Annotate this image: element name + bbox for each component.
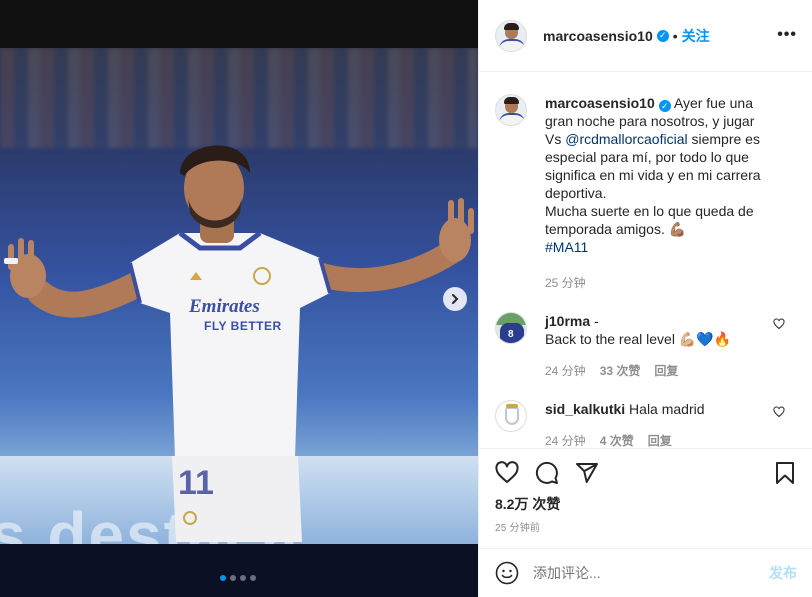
comment-item: sid_kalkutki Hala madrid 24 分钟 4 次赞 回复 (495, 400, 797, 448)
username-suffix: - (594, 313, 599, 329)
author-username[interactable]: marcoasensio10 (543, 28, 653, 44)
carousel-next-button[interactable] (443, 287, 467, 311)
commenter-username[interactable]: j10rma (545, 313, 590, 329)
caption-time: 25 分钟 (545, 276, 586, 290)
reply-button[interactable]: 回复 (654, 362, 678, 380)
caption-meta: 25 分钟 (545, 274, 773, 292)
comment-likes[interactable]: 4 次赞 (600, 432, 634, 448)
post-timestamp[interactable]: 25 分钟前 (495, 519, 797, 534)
heart-icon[interactable] (773, 406, 785, 418)
emoji-smiley-icon[interactable] (495, 561, 519, 585)
chevron-right-icon (452, 294, 459, 304)
post-header: marcoasensio10 ✓ • 关注 ••• (479, 0, 812, 72)
comments-section[interactable]: marcoasensio10 ✓ Ayer fue una gran noche … (479, 72, 812, 448)
avatar-body (499, 113, 525, 125)
comment-text-line: sid_kalkutki Hala madrid (545, 400, 773, 418)
comment-text: Back to the real level 💪🏼💙🔥 (545, 331, 732, 347)
carousel-dot (230, 575, 236, 581)
hashtag-link[interactable]: #MA11 (545, 238, 773, 256)
author-avatar[interactable] (495, 19, 527, 52)
post-comment-button[interactable]: 发布 (769, 563, 797, 583)
jersey-number: 11 (178, 464, 214, 502)
comment-bubble-icon[interactable] (535, 461, 559, 485)
post-media: s destaca Emirates FLY BETTER 11 (0, 0, 478, 597)
media-top-band (0, 0, 478, 48)
caption-text: marcoasensio10 ✓ Ayer fue una gran noche … (545, 94, 773, 202)
jersey-sponsor-line2: FLY BETTER (204, 319, 282, 333)
caption-line2: Mucha suerte en lo que queda de temporad… (545, 203, 754, 237)
comment-item: 8 j10rma - Back to the real level 💪🏼💙🔥 2… (495, 312, 797, 380)
heart-icon[interactable] (773, 318, 785, 330)
action-icons (495, 449, 797, 497)
more-options-button[interactable]: ••• (777, 26, 797, 44)
comment-meta: 24 分钟 33 次赞 回复 (545, 362, 773, 380)
share-send-icon[interactable] (575, 461, 599, 485)
comment-body: sid_kalkutki Hala madrid 24 分钟 4 次赞 回复 (545, 400, 773, 448)
comment-time: 24 分钟 (545, 434, 586, 448)
avatar-crown (506, 404, 518, 408)
mention-link[interactable]: @rcdmallorcaoficial (565, 131, 687, 147)
jersey-sponsor-line1: Emirates (189, 296, 260, 317)
avatar-crest (505, 407, 519, 425)
add-comment-bar: 发布 (479, 548, 812, 597)
reply-button[interactable]: 回复 (648, 432, 672, 448)
caption-author-avatar[interactable] (495, 94, 527, 126)
avatar-hair (504, 97, 519, 104)
verified-badge-icon: ✓ (658, 100, 671, 112)
avatar-body (499, 38, 525, 51)
comment-time: 24 分钟 (545, 364, 586, 378)
caption-body: marcoasensio10 ✓ Ayer fue una gran noche … (545, 94, 773, 292)
commenter-username[interactable]: sid_kalkutki (545, 401, 625, 417)
carousel-dot (220, 575, 226, 581)
header-separator: • (672, 27, 678, 44)
carousel-dot (240, 575, 246, 581)
like-count[interactable]: 8.2万 次赞 (495, 495, 797, 513)
comment-body: j10rma - Back to the real level 💪🏼💙🔥 24 … (545, 312, 773, 380)
follow-button[interactable]: 关注 (682, 26, 710, 46)
post-actions: 8.2万 次赞 25 分钟前 (479, 448, 812, 548)
commenter-avatar[interactable] (495, 400, 527, 432)
comment-text: Hala madrid (629, 401, 705, 417)
post-side-panel: marcoasensio10 ✓ • 关注 ••• marcoasensio10… (478, 0, 812, 597)
avatar-jersey-number: 8 (508, 329, 514, 340)
comment-likes[interactable]: 33 次赞 (600, 362, 641, 380)
caption-username[interactable]: marcoasensio10 (545, 95, 655, 111)
verified-badge-icon: ✓ (656, 29, 669, 42)
carousel-indicator (220, 575, 256, 581)
carousel-dot (250, 575, 256, 581)
add-comment-input[interactable] (533, 565, 769, 581)
bookmark-icon[interactable] (773, 461, 797, 485)
comment-header: j10rma - (545, 312, 773, 330)
media-bottom-band (0, 544, 478, 597)
commenter-avatar[interactable]: 8 (495, 312, 527, 344)
like-heart-icon[interactable] (495, 461, 519, 485)
avatar-hair (504, 22, 519, 30)
comment-meta: 24 分钟 4 次赞 回复 (545, 432, 773, 448)
post-photo[interactable]: s destaca Emirates FLY BETTER 11 (0, 48, 478, 544)
caption: marcoasensio10 ✓ Ayer fue una gran noche … (495, 94, 797, 292)
